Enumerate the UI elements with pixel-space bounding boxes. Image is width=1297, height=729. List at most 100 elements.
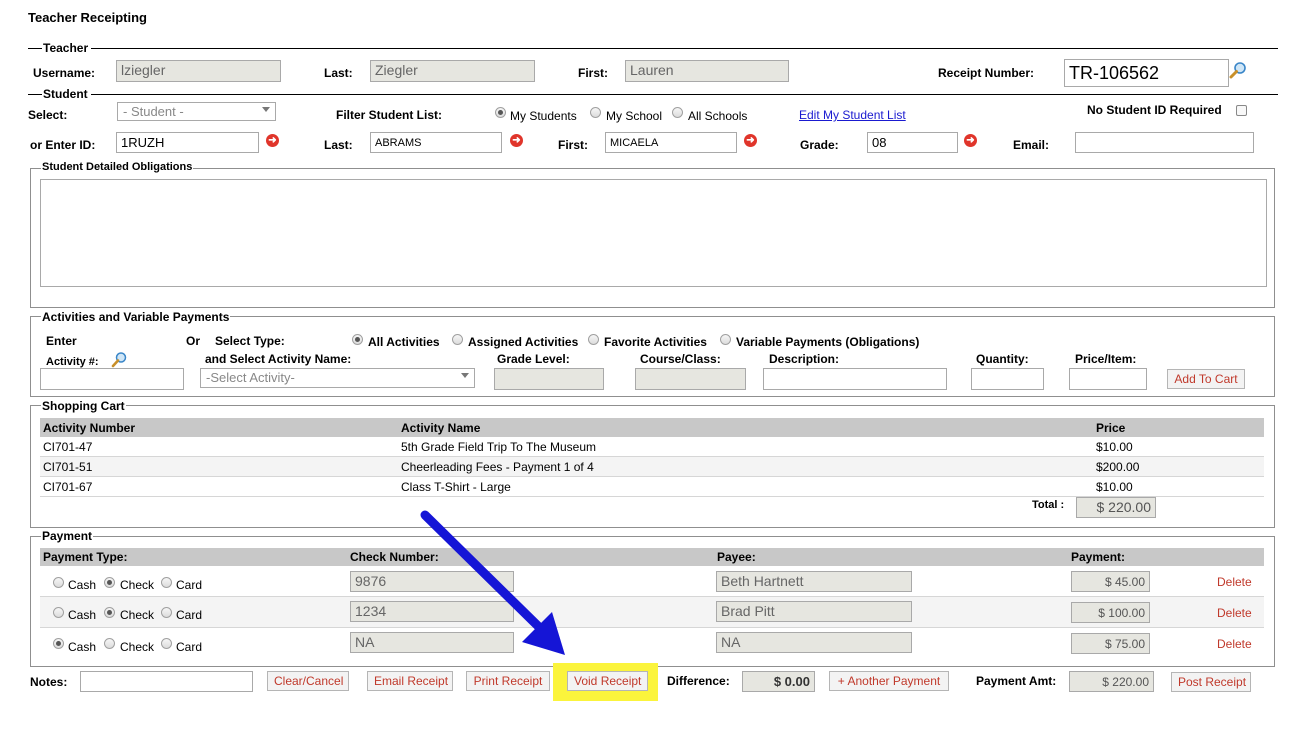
notes-field[interactable] xyxy=(80,671,253,692)
teacher-first-field[interactable]: Lauren xyxy=(625,60,789,82)
activity-num-label: Activity #: xyxy=(46,356,99,368)
radio-cash-label: Cash xyxy=(68,608,97,622)
chevron-down-icon xyxy=(461,373,469,378)
student-rule-right xyxy=(91,94,1278,95)
no-id-checkbox[interactable] xyxy=(1236,105,1247,116)
payee-field[interactable]: Brad Pitt xyxy=(716,601,912,622)
enter-label: Enter xyxy=(46,334,77,348)
radio-my-students[interactable] xyxy=(495,107,506,118)
teacher-first-label: First: xyxy=(578,66,608,80)
description-field[interactable] xyxy=(763,368,947,390)
username-label: Username: xyxy=(33,66,96,80)
page-title: Teacher Receipting xyxy=(28,10,147,25)
teacher-last-label: Last: xyxy=(324,66,353,80)
radio-cash[interactable] xyxy=(53,607,64,618)
another-payment-button[interactable]: + Another Payment xyxy=(829,671,949,691)
radio-all-activities[interactable] xyxy=(352,334,363,345)
radio-my-school[interactable] xyxy=(590,107,601,118)
payee-field[interactable]: Beth Hartnett xyxy=(716,571,912,592)
payment-amount-field[interactable]: $ 100.00 xyxy=(1071,602,1150,623)
teacher-rule-right xyxy=(91,48,1278,49)
obligations-textarea[interactable] xyxy=(40,179,1267,287)
cart-row[interactable]: CI701-47 5th Grade Field Trip To The Mus… xyxy=(40,437,1264,457)
post-receipt-button[interactable]: Post Receipt xyxy=(1171,672,1251,692)
radio-check-label: Check xyxy=(120,608,155,622)
radio-variable-payments[interactable] xyxy=(720,334,731,345)
clear-last-icon[interactable]: ➜ xyxy=(510,134,523,147)
delete-payment-link[interactable]: Delete xyxy=(1217,575,1252,589)
obligations-legend: Student Detailed Obligations xyxy=(41,161,194,173)
payment-amount-field[interactable]: $ 45.00 xyxy=(1071,571,1150,592)
radio-my-school-label: My School xyxy=(606,109,663,123)
clear-grade-icon[interactable]: ➜ xyxy=(964,134,977,147)
radio-check[interactable] xyxy=(104,577,115,588)
payment-amt-label: Payment Amt: xyxy=(976,674,1057,688)
radio-favorite-activities[interactable] xyxy=(588,334,599,345)
cart-total-field: $ 220.00 xyxy=(1076,497,1156,518)
payment-amt-field: $ 220.00 xyxy=(1069,671,1154,692)
radio-card[interactable] xyxy=(161,638,172,649)
quantity-field[interactable] xyxy=(971,368,1044,390)
radio-check-label: Check xyxy=(120,578,155,592)
cart-row[interactable]: CI701-67 Class T-Shirt - Large $10.00 xyxy=(40,477,1264,497)
radio-favorite-activities-label: Favorite Activities xyxy=(604,335,707,349)
payment-amount-field[interactable]: $ 75.00 xyxy=(1071,633,1150,654)
print-receipt-button[interactable]: Print Receipt xyxy=(466,671,550,691)
activity-search-icon[interactable] xyxy=(111,352,127,368)
cart-row[interactable]: CI701-51 Cheerleading Fees - Payment 1 o… xyxy=(40,457,1264,477)
cart-row-name: Cheerleading Fees - Payment 1 of 4 xyxy=(401,460,594,474)
username-field[interactable]: lziegler xyxy=(116,60,281,82)
radio-assigned-activities[interactable] xyxy=(452,334,463,345)
cart-header: Activity Number Activity Name Price xyxy=(40,418,1264,437)
cart-total-label: Total : xyxy=(1032,499,1065,511)
student-select[interactable]: - Student - xyxy=(117,102,276,121)
student-first-field[interactable]: MICAELA xyxy=(605,132,737,153)
student-rule-left xyxy=(28,94,42,95)
radio-check[interactable] xyxy=(104,638,115,649)
radio-my-students-label: My Students xyxy=(510,109,577,123)
student-last-field[interactable]: ABRAMS xyxy=(370,132,502,153)
radio-card[interactable] xyxy=(161,607,172,618)
blue-arrow-icon xyxy=(420,510,565,655)
radio-cash[interactable] xyxy=(53,577,64,588)
payment-col-type: Payment Type: xyxy=(43,550,128,564)
difference-label: Difference: xyxy=(667,674,730,688)
chevron-down-icon xyxy=(262,107,270,112)
enter-id-label: or Enter ID: xyxy=(30,138,96,152)
student-id-field[interactable]: 1RUZH xyxy=(116,132,259,153)
price-label: Price/Item: xyxy=(1075,352,1137,366)
search-icon[interactable] xyxy=(1229,62,1247,80)
receipt-number-field[interactable]: TR-106562 xyxy=(1064,59,1229,87)
delete-payment-link[interactable]: Delete xyxy=(1217,637,1252,651)
clear-cancel-button[interactable]: Clear/Cancel xyxy=(267,671,349,691)
radio-all-schools-label: All Schools xyxy=(688,109,748,123)
add-to-cart-button[interactable]: Add To Cart xyxy=(1167,369,1245,389)
payment-col-payee: Payee: xyxy=(717,550,756,564)
email-receipt-button[interactable]: Email Receipt xyxy=(367,671,453,691)
email-label: Email: xyxy=(1013,138,1050,152)
cart-col-number: Activity Number xyxy=(43,421,136,435)
radio-all-schools[interactable] xyxy=(672,107,683,118)
edit-student-list-link[interactable]: Edit My Student List xyxy=(799,108,906,122)
email-field[interactable] xyxy=(1075,132,1254,153)
student-legend: Student xyxy=(43,87,88,101)
delete-payment-link[interactable]: Delete xyxy=(1217,606,1252,620)
radio-check[interactable] xyxy=(104,607,115,618)
cart-row-number: CI701-51 xyxy=(43,460,93,474)
void-receipt-button[interactable]: Void Receipt xyxy=(567,671,648,691)
cart-row-name: 5th Grade Field Trip To The Museum xyxy=(401,440,596,454)
clear-first-icon[interactable]: ➜ xyxy=(744,134,757,147)
description-label: Description: xyxy=(769,352,840,366)
price-field[interactable] xyxy=(1069,368,1147,390)
payee-field[interactable]: NA xyxy=(716,632,912,653)
grade-level-field xyxy=(494,368,604,390)
teacher-last-field[interactable]: Ziegler xyxy=(370,60,535,82)
activity-select[interactable]: -Select Activity- xyxy=(200,368,475,388)
cart-row-price: $10.00 xyxy=(1096,480,1133,494)
activity-number-field[interactable] xyxy=(40,368,184,390)
grade-field[interactable]: 08 xyxy=(867,132,958,153)
radio-cash[interactable] xyxy=(53,638,64,649)
clear-id-icon[interactable]: ➜ xyxy=(266,134,279,147)
quantity-label: Quantity: xyxy=(976,352,1029,366)
radio-card[interactable] xyxy=(161,577,172,588)
